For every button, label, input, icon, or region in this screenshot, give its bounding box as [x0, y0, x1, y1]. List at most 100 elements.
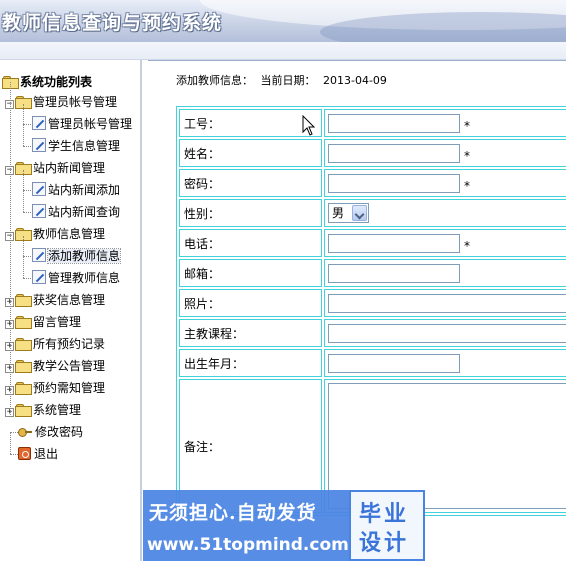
edit-page-icon	[32, 116, 46, 130]
form-row: 电话： *	[179, 229, 566, 257]
sidebar-group-teacher[interactable]: − 教师信息管理	[5, 224, 105, 244]
tree-connector	[23, 104, 24, 146]
field-label-gender: 性别：	[179, 199, 322, 227]
folder-icon	[15, 316, 32, 329]
field-label-employee-id: 工号：	[179, 109, 322, 137]
gender-select-value: 男	[332, 206, 345, 220]
field-label-photo: 照片：	[179, 289, 322, 317]
folder-icon	[15, 338, 32, 351]
field-label-name: 姓名：	[179, 139, 322, 167]
sidebar-root[interactable]: 系统功能列表	[2, 72, 92, 92]
tree-connector	[10, 432, 18, 433]
sidebar-root-label: 系统功能列表	[20, 75, 93, 89]
sidebar-group-messages[interactable]: + 留言管理	[5, 312, 81, 332]
field-label-birth-date: 出生年月：	[179, 349, 322, 377]
sidebar-item-change-password[interactable]: 修改密码	[18, 422, 83, 442]
form-row: 工号： *	[179, 109, 566, 137]
date-value: 2013-04-09	[323, 74, 387, 87]
sidebar-item-label: 退出	[34, 447, 59, 461]
sidebar-item-label: 站内新闻查询	[48, 205, 121, 219]
mouse-pointer-icon	[302, 115, 316, 136]
sidebar-group-booking-notice[interactable]: + 预约需知管理	[5, 378, 105, 398]
sidebar-item-label: 添加教师信息	[46, 248, 122, 264]
required-mark: *	[464, 178, 470, 193]
sidebar-group-label: 获奖信息管理	[33, 293, 106, 307]
sidebar-item-label: 管理员帐号管理	[48, 117, 133, 131]
tree-connector	[23, 236, 24, 278]
app-title: 教师信息查询与预约系统	[2, 12, 223, 34]
sidebar-item-label: 修改密码	[35, 425, 84, 439]
key-icon	[18, 426, 32, 438]
sidebar-tree: 系统功能列表 − 管理员帐号管理 管理员帐号管理 学生信息管理 − 站内新闻管理 站…	[0, 60, 142, 561]
sidebar-item-teacher-add[interactable]: 添加教师信息	[32, 246, 122, 266]
gender-select[interactable]: 男	[328, 203, 369, 223]
sidebar-group-announcements[interactable]: + 教学公告管理	[5, 356, 105, 376]
folder-icon	[15, 404, 32, 417]
phone-input[interactable]	[328, 233, 460, 253]
folder-icon	[15, 382, 32, 395]
folder-icon	[15, 360, 32, 373]
form-row: 主教课程：	[179, 319, 566, 347]
edit-page-icon	[32, 204, 46, 218]
divider	[148, 60, 566, 61]
form-row: 姓名： *	[179, 139, 566, 167]
sidebar-item-logout[interactable]: 退出	[18, 444, 58, 464]
tree-connector	[10, 82, 11, 415]
tree-connector	[10, 432, 11, 454]
sidebar-item-admin-account[interactable]: 管理员帐号管理	[32, 114, 132, 134]
edit-page-icon	[32, 270, 46, 284]
form-row: 密码： *	[179, 169, 566, 197]
name-input[interactable]	[328, 143, 460, 163]
form-row: 出生年月：	[179, 349, 566, 377]
app-header: 教师信息查询与预约系统	[0, 0, 566, 42]
sidebar-group-admin-account[interactable]: − 管理员帐号管理	[5, 92, 117, 112]
email-input[interactable]	[328, 263, 460, 283]
sidebar-item-student-info[interactable]: 学生信息管理	[32, 136, 120, 156]
sidebar-item-label: 管理教师信息	[48, 271, 121, 285]
section-label: 添加教师信息：	[176, 74, 253, 87]
form-row: 邮箱：	[179, 259, 566, 287]
exit-icon	[18, 447, 31, 460]
tree-connector	[23, 170, 24, 212]
sidebar-group-label: 站内新闻管理	[33, 161, 106, 175]
watermark-badge-line2: 设计	[359, 530, 410, 556]
tree-connector	[23, 256, 31, 257]
sidebar-group-awards[interactable]: + 获奖信息管理	[5, 290, 105, 310]
date-label: 当前日期：	[260, 74, 316, 87]
employee-id-input[interactable]	[328, 113, 460, 133]
photo-input[interactable]	[328, 293, 566, 313]
birth-date-input[interactable]	[328, 353, 460, 373]
edit-page-icon	[32, 248, 46, 262]
watermark-slogan: 无须担心.自动发货	[149, 502, 317, 524]
sidebar-item-news-add[interactable]: 站内新闻添加	[32, 180, 120, 200]
sidebar-item-news-query[interactable]: 站内新闻查询	[32, 202, 120, 222]
chevron-down-icon[interactable]	[352, 205, 367, 221]
sidebar-group-system[interactable]: + 系统管理	[5, 400, 81, 420]
sidebar-item-label: 站内新闻添加	[48, 183, 121, 197]
sidebar-group-label: 管理员帐号管理	[33, 95, 118, 109]
field-label-password: 密码：	[179, 169, 322, 197]
password-input[interactable]	[328, 173, 460, 193]
form-row: 性别： 男	[179, 199, 566, 227]
teacher-form: 工号： * 姓名： * 密码： * 性别： 男 电话： * 邮箱： 照片： 主教…	[176, 106, 566, 516]
watermark-badge: 毕业 设计	[349, 490, 425, 561]
sidebar-group-label: 教师信息管理	[33, 227, 106, 241]
field-label-main-course: 主教课程：	[179, 319, 322, 347]
tree-connector	[10, 454, 18, 455]
tree-connector	[23, 124, 31, 125]
sidebar-group-label: 系统管理	[33, 403, 82, 417]
watermark-badge-line1: 毕业	[359, 501, 410, 527]
required-mark: *	[464, 238, 470, 253]
header-strip	[0, 42, 566, 60]
tree-connector	[23, 278, 31, 279]
tree-connector	[23, 146, 31, 147]
sidebar-group-news[interactable]: − 站内新闻管理	[5, 158, 105, 178]
sidebar-group-bookings[interactable]: + 所有预约记录	[5, 334, 105, 354]
field-label-email: 邮箱：	[179, 259, 322, 287]
edit-page-icon	[32, 182, 46, 196]
folder-icon	[15, 294, 32, 307]
sidebar-item-teacher-manage[interactable]: 管理教师信息	[32, 268, 120, 288]
main-course-input[interactable]	[328, 323, 566, 343]
form-row: 照片：	[179, 289, 566, 317]
sidebar-group-label: 教学公告管理	[33, 359, 106, 373]
